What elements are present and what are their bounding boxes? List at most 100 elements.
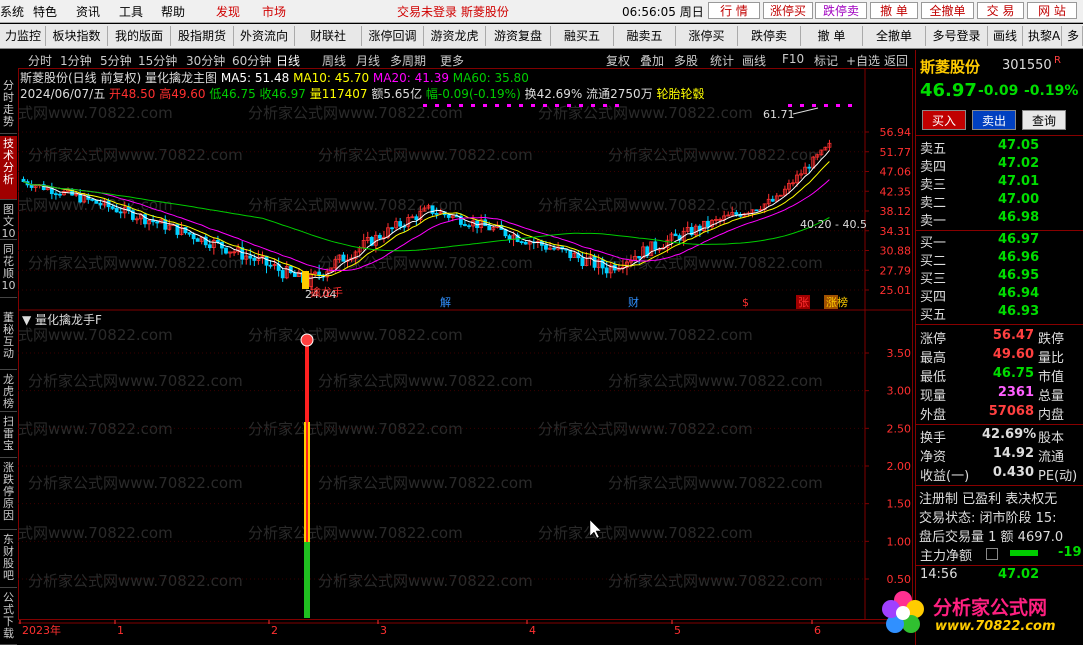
period-tab[interactable]: 分时	[28, 52, 52, 69]
trade-button[interactable]: 涨停买	[763, 2, 813, 19]
period-tab[interactable]: 15分钟	[138, 52, 177, 69]
price-tick: 56.94	[880, 126, 912, 139]
period-tab[interactable]: 更多	[440, 52, 464, 69]
chart-tool-button[interactable]: 多股	[674, 52, 698, 69]
stat-value: 0.430	[992, 465, 1034, 480]
toolbar-button[interactable]: 全撤单	[863, 26, 926, 46]
bid-label: 买五	[920, 308, 947, 323]
list-icon[interactable]	[986, 548, 998, 560]
toolbar-button[interactable]: 执黎A	[1023, 26, 1062, 46]
toolbar-button[interactable]: 撤 单	[801, 26, 863, 46]
toolbar-button[interactable]: 涨停回调	[362, 26, 424, 46]
toolbar-button[interactable]: 外资流向	[234, 26, 295, 46]
period-tab[interactable]: 周线	[322, 52, 346, 69]
date-label: 3	[380, 624, 387, 637]
bid-label: 买二	[920, 254, 947, 269]
menu-item[interactable]: 工具	[119, 3, 143, 20]
menu-item[interactable]: 帮助	[161, 3, 185, 20]
query-button[interactable]: 查询	[1022, 110, 1066, 130]
period-tab[interactable]: 日线	[276, 52, 300, 69]
ma20-label: MA20: 41.39	[373, 71, 453, 85]
trade-button[interactable]: 行 情	[708, 2, 760, 19]
quote-field: 开48.50	[109, 87, 159, 101]
trade-button[interactable]: 交 易	[977, 2, 1024, 19]
watermark-text: 分析家公式网www.70822.com	[18, 420, 173, 438]
left-tab[interactable]: 龙虎榜	[0, 372, 17, 412]
period-tab[interactable]: 5分钟	[100, 52, 132, 69]
toolbar-button[interactable]: 多	[1062, 26, 1083, 46]
menu-tab[interactable]: 市场	[262, 3, 286, 20]
candle-body	[58, 193, 62, 196]
chart-tool-button[interactable]: 画线	[742, 52, 766, 69]
left-tab[interactable]: 同花顺10	[0, 242, 17, 298]
stat-value: 14.92	[992, 446, 1034, 461]
stat-label-right: 股本	[1038, 431, 1065, 446]
sell-button[interactable]: 卖出	[972, 110, 1016, 130]
trade-button[interactable]: 全撤单	[921, 2, 974, 19]
toolbar-button[interactable]: 涨停买	[676, 26, 738, 46]
signal-dot	[423, 104, 427, 107]
stat-row: 现量 2361 总量	[918, 385, 1082, 404]
toolbar-button[interactable]: 财联社	[295, 26, 362, 46]
watermark-text: 分析家公式网www.70822.com	[248, 524, 463, 542]
indicator-bar-red	[305, 342, 309, 422]
period-tab[interactable]: 月线	[356, 52, 380, 69]
ma5-label: MA5: 51.48	[221, 71, 293, 85]
ask-label: 卖三	[920, 178, 947, 193]
left-tab[interactable]: 东财股吧	[0, 532, 17, 588]
candle-body	[604, 267, 609, 274]
toolbar-button[interactable]: 跌停卖	[738, 26, 801, 46]
chart-tool-button[interactable]: 复权	[606, 52, 630, 69]
quote-panel: 斯菱股份 301550 R 46.97 -0.09 -0.19% 买入 卖出 查询 卖五 47.05…	[915, 50, 1083, 645]
net-inflow-row: 主力净额 -19	[918, 545, 1082, 564]
menu-tab[interactable]: 发现	[216, 3, 240, 20]
left-tab[interactable]: 涨跌停原因	[0, 460, 17, 530]
toolbar-button[interactable]: 画线	[988, 26, 1023, 46]
menu-item[interactable]: 系统	[0, 3, 24, 20]
chart-tool-button[interactable]: 叠加	[640, 52, 664, 69]
logo-title: 分析家公式网	[933, 597, 1048, 619]
signal-bar	[302, 271, 309, 289]
kline-chart[interactable]: 分析家公式网www.70822.com 分析家公式网www.70822.com 分析…	[18, 68, 913, 638]
left-tab[interactable]: 分时走势	[0, 78, 17, 134]
inflow-bar	[1010, 550, 1038, 556]
period-tab[interactable]: 多周期	[390, 52, 426, 69]
left-tab[interactable]: 董秘互动	[0, 310, 17, 370]
stock-code: 301550	[1002, 58, 1052, 73]
ask-row: 卖三 47.01	[918, 174, 1082, 193]
menu-item[interactable]: 资讯	[76, 3, 100, 20]
toolbar-button[interactable]: 游资龙虎	[424, 26, 486, 46]
left-tab[interactable]: 图文10	[0, 202, 17, 240]
trade-button[interactable]: 撤 单	[870, 2, 918, 19]
left-tab[interactable]: 技术分析	[0, 136, 17, 200]
toolbar-button[interactable]: 板块指数	[46, 26, 108, 46]
period-tab[interactable]: 60分钟	[232, 52, 271, 69]
trade-button[interactable]: 网 站	[1027, 2, 1077, 19]
left-tab[interactable]: 公式下载	[0, 590, 17, 645]
toolbar-button[interactable]: 游资复盘	[486, 26, 551, 46]
watermark-text: 分析家公式网www.70822.com	[248, 326, 463, 344]
signal-dot	[812, 104, 816, 107]
toolbar-button[interactable]: 力监控	[0, 26, 46, 46]
chart-tool-button[interactable]: 返回	[884, 52, 908, 69]
toolbar-button[interactable]: 多号登录	[926, 26, 988, 46]
event-marker: 解	[440, 295, 451, 309]
menu-item[interactable]: 特色	[33, 3, 57, 20]
candle-body	[191, 233, 196, 240]
watermark-text: 分析家公式网www.70822.com	[18, 104, 173, 122]
trade-button[interactable]: 跌停卖	[815, 2, 867, 19]
period-tab[interactable]: 30分钟	[186, 52, 225, 69]
bid-price: 46.95	[998, 268, 1040, 283]
toolbar-button[interactable]: 融买五	[551, 26, 614, 46]
chart-tool-button[interactable]: 统计	[710, 52, 734, 69]
toolbar-button[interactable]: 我的版面	[108, 26, 171, 46]
ask-row: 卖五 47.05	[918, 138, 1082, 157]
left-tab[interactable]: 扫雷宝	[0, 414, 17, 458]
toolbar-button[interactable]: 股指期货	[171, 26, 234, 46]
buy-button[interactable]: 买入	[922, 110, 966, 130]
toolbar-button[interactable]: 融卖五	[614, 26, 676, 46]
period-tab[interactable]: 1分钟	[60, 52, 92, 69]
chart-tool-button[interactable]: F10	[782, 52, 804, 66]
chart-tool-button[interactable]: 标记	[814, 52, 838, 69]
chart-tool-button[interactable]: +自选	[846, 52, 880, 69]
